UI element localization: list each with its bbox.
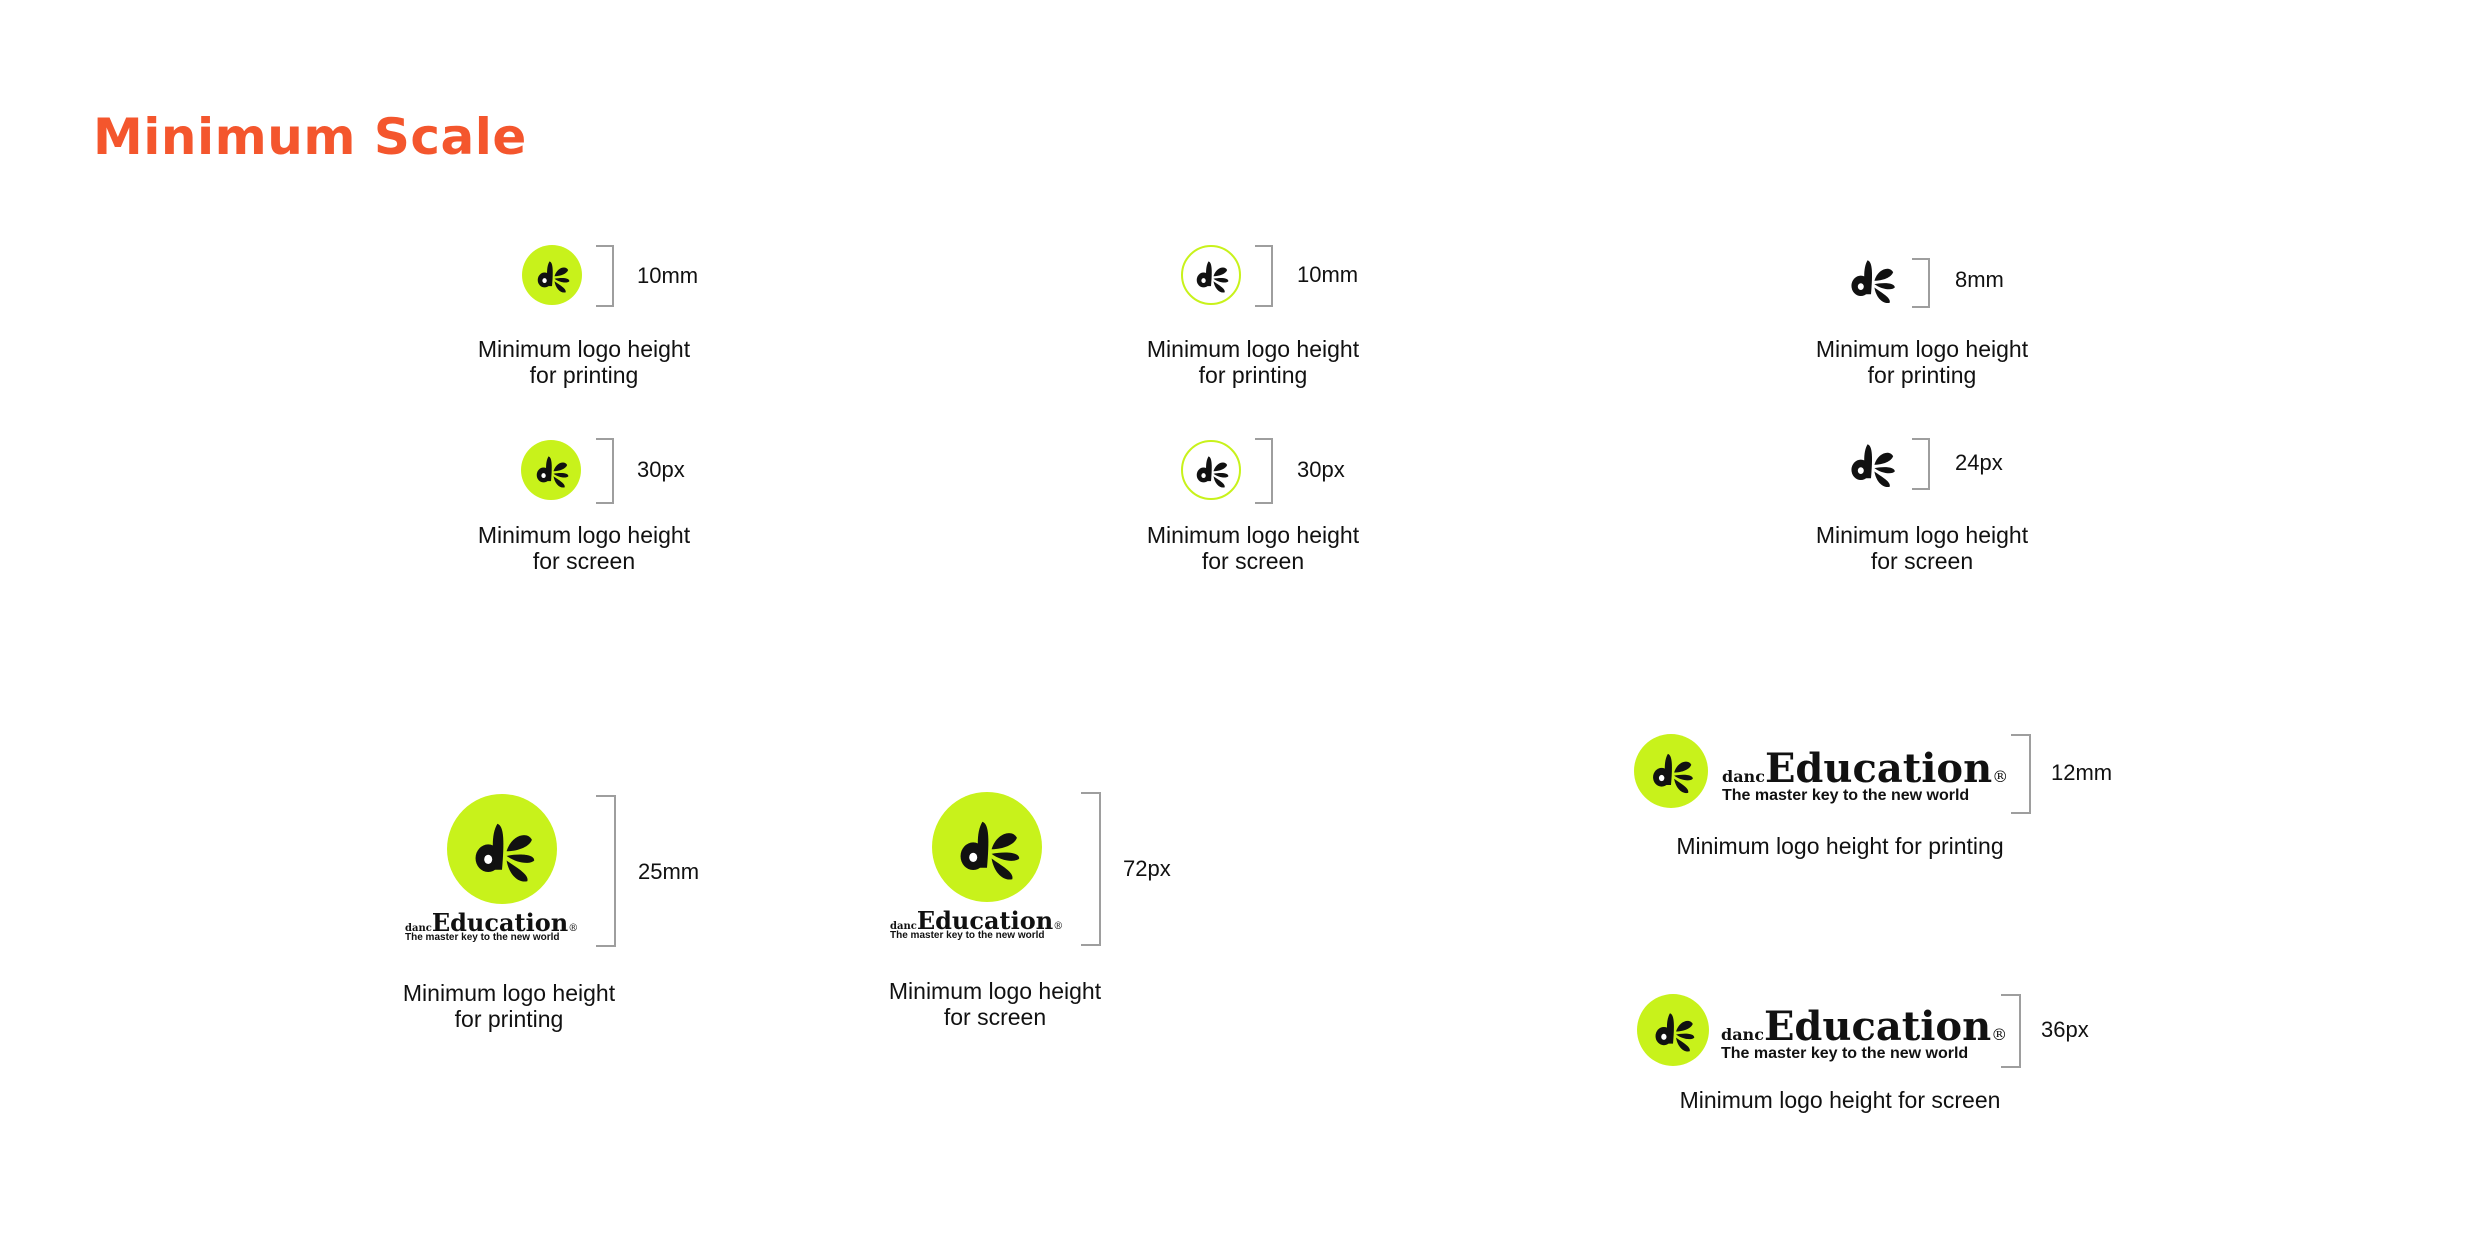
caption-line: Minimum logo height xyxy=(1146,336,1360,362)
page-title: Minimum Scale xyxy=(93,108,527,166)
wordmark: dancEducation® xyxy=(1721,1003,2007,1050)
height-bracket xyxy=(596,245,614,307)
height-bracket xyxy=(1255,438,1273,504)
caption-line: for screen xyxy=(1201,548,1305,574)
caption: Minimum logo height for printing xyxy=(1802,336,2042,388)
measure-label: 12mm xyxy=(2051,760,2113,785)
caption-line: Minimum logo height xyxy=(477,336,691,362)
caption: Minimum logo height for printing xyxy=(464,336,704,388)
caption-line: for screen xyxy=(1870,548,1974,574)
height-bracket xyxy=(1912,438,1930,490)
height-bracket xyxy=(596,795,616,947)
caption-line: Minimum logo height xyxy=(1815,522,2029,548)
de-monogram-icon xyxy=(1634,734,1708,808)
tagline: The master key to the new world xyxy=(1722,787,1970,804)
measure-label: 24px xyxy=(1955,450,2003,475)
measure-label: 36px xyxy=(2041,1017,2089,1042)
measure-label: 10mm xyxy=(637,263,699,288)
caption-line: Minimum logo height xyxy=(888,978,1102,1004)
measure-label: 8mm xyxy=(1955,267,2004,292)
de-monogram-icon xyxy=(1181,245,1241,305)
wordmark: dancEducation® xyxy=(1722,745,2009,792)
caption-line: for printing xyxy=(1867,362,1977,388)
height-bracket xyxy=(2001,994,2021,1068)
de-monogram-icon xyxy=(1851,260,1895,304)
measure-label: 10mm xyxy=(1297,262,1359,287)
caption: Minimum logo height for screen xyxy=(464,522,704,574)
de-monogram-icon xyxy=(1181,440,1241,500)
measure-label: 25mm xyxy=(638,859,700,884)
registered-mark: ® xyxy=(568,923,579,934)
registered-mark: ® xyxy=(1992,767,2009,786)
caption-line: for screen xyxy=(943,1004,1047,1030)
height-bracket xyxy=(2011,734,2031,814)
caption-line: for screen xyxy=(532,548,636,574)
caption: Minimum logo height for screen xyxy=(1133,522,1373,574)
height-bracket xyxy=(596,438,614,504)
height-bracket xyxy=(1912,258,1930,308)
caption-line: Minimum logo height xyxy=(477,522,691,548)
caption-line: for printing xyxy=(529,362,639,388)
de-monogram-icon xyxy=(932,792,1042,902)
caption-line: Minimum logo height xyxy=(1146,522,1360,548)
wordmark-prefix: danc xyxy=(1722,767,1765,786)
measure-label: 30px xyxy=(637,457,685,482)
caption: Minimum logo height for screen xyxy=(1679,1087,2001,1113)
tagline: The master key to the new world xyxy=(1721,1045,1969,1062)
registered-mark: ® xyxy=(1053,921,1064,932)
caption: Minimum logo height for printing xyxy=(1676,833,2004,859)
caption-line: Minimum logo height xyxy=(402,980,616,1006)
wordmark: dancEducation® xyxy=(405,908,579,937)
measure-label: 72px xyxy=(1123,856,1171,881)
de-monogram-icon xyxy=(447,794,557,904)
caption: Minimum logo height for printing xyxy=(389,980,629,1032)
measure-label: 30px xyxy=(1297,457,1345,482)
de-monogram-icon xyxy=(1637,994,1709,1066)
wordmark-prefix: danc xyxy=(1721,1025,1764,1044)
caption-line: for printing xyxy=(1198,362,1308,388)
wordmark-name: Education xyxy=(1763,1003,1992,1050)
de-monogram-icon xyxy=(521,440,581,500)
caption: Minimum logo height for printing xyxy=(1133,336,1373,388)
caption-line: Minimum logo height xyxy=(1815,336,2029,362)
tagline: The master key to the new world xyxy=(405,932,560,943)
caption-line: for printing xyxy=(454,1006,564,1032)
height-bracket xyxy=(1081,792,1101,946)
height-bracket xyxy=(1255,245,1273,307)
wordmark: dancEducation® xyxy=(890,906,1064,935)
caption: Minimum logo height for screen xyxy=(1802,522,2042,574)
de-monogram-icon xyxy=(522,245,582,305)
caption: Minimum logo height for screen xyxy=(875,978,1115,1030)
wordmark-name: Education xyxy=(1764,745,1993,792)
de-monogram-icon xyxy=(1851,444,1895,488)
tagline: The master key to the new world xyxy=(890,930,1045,941)
